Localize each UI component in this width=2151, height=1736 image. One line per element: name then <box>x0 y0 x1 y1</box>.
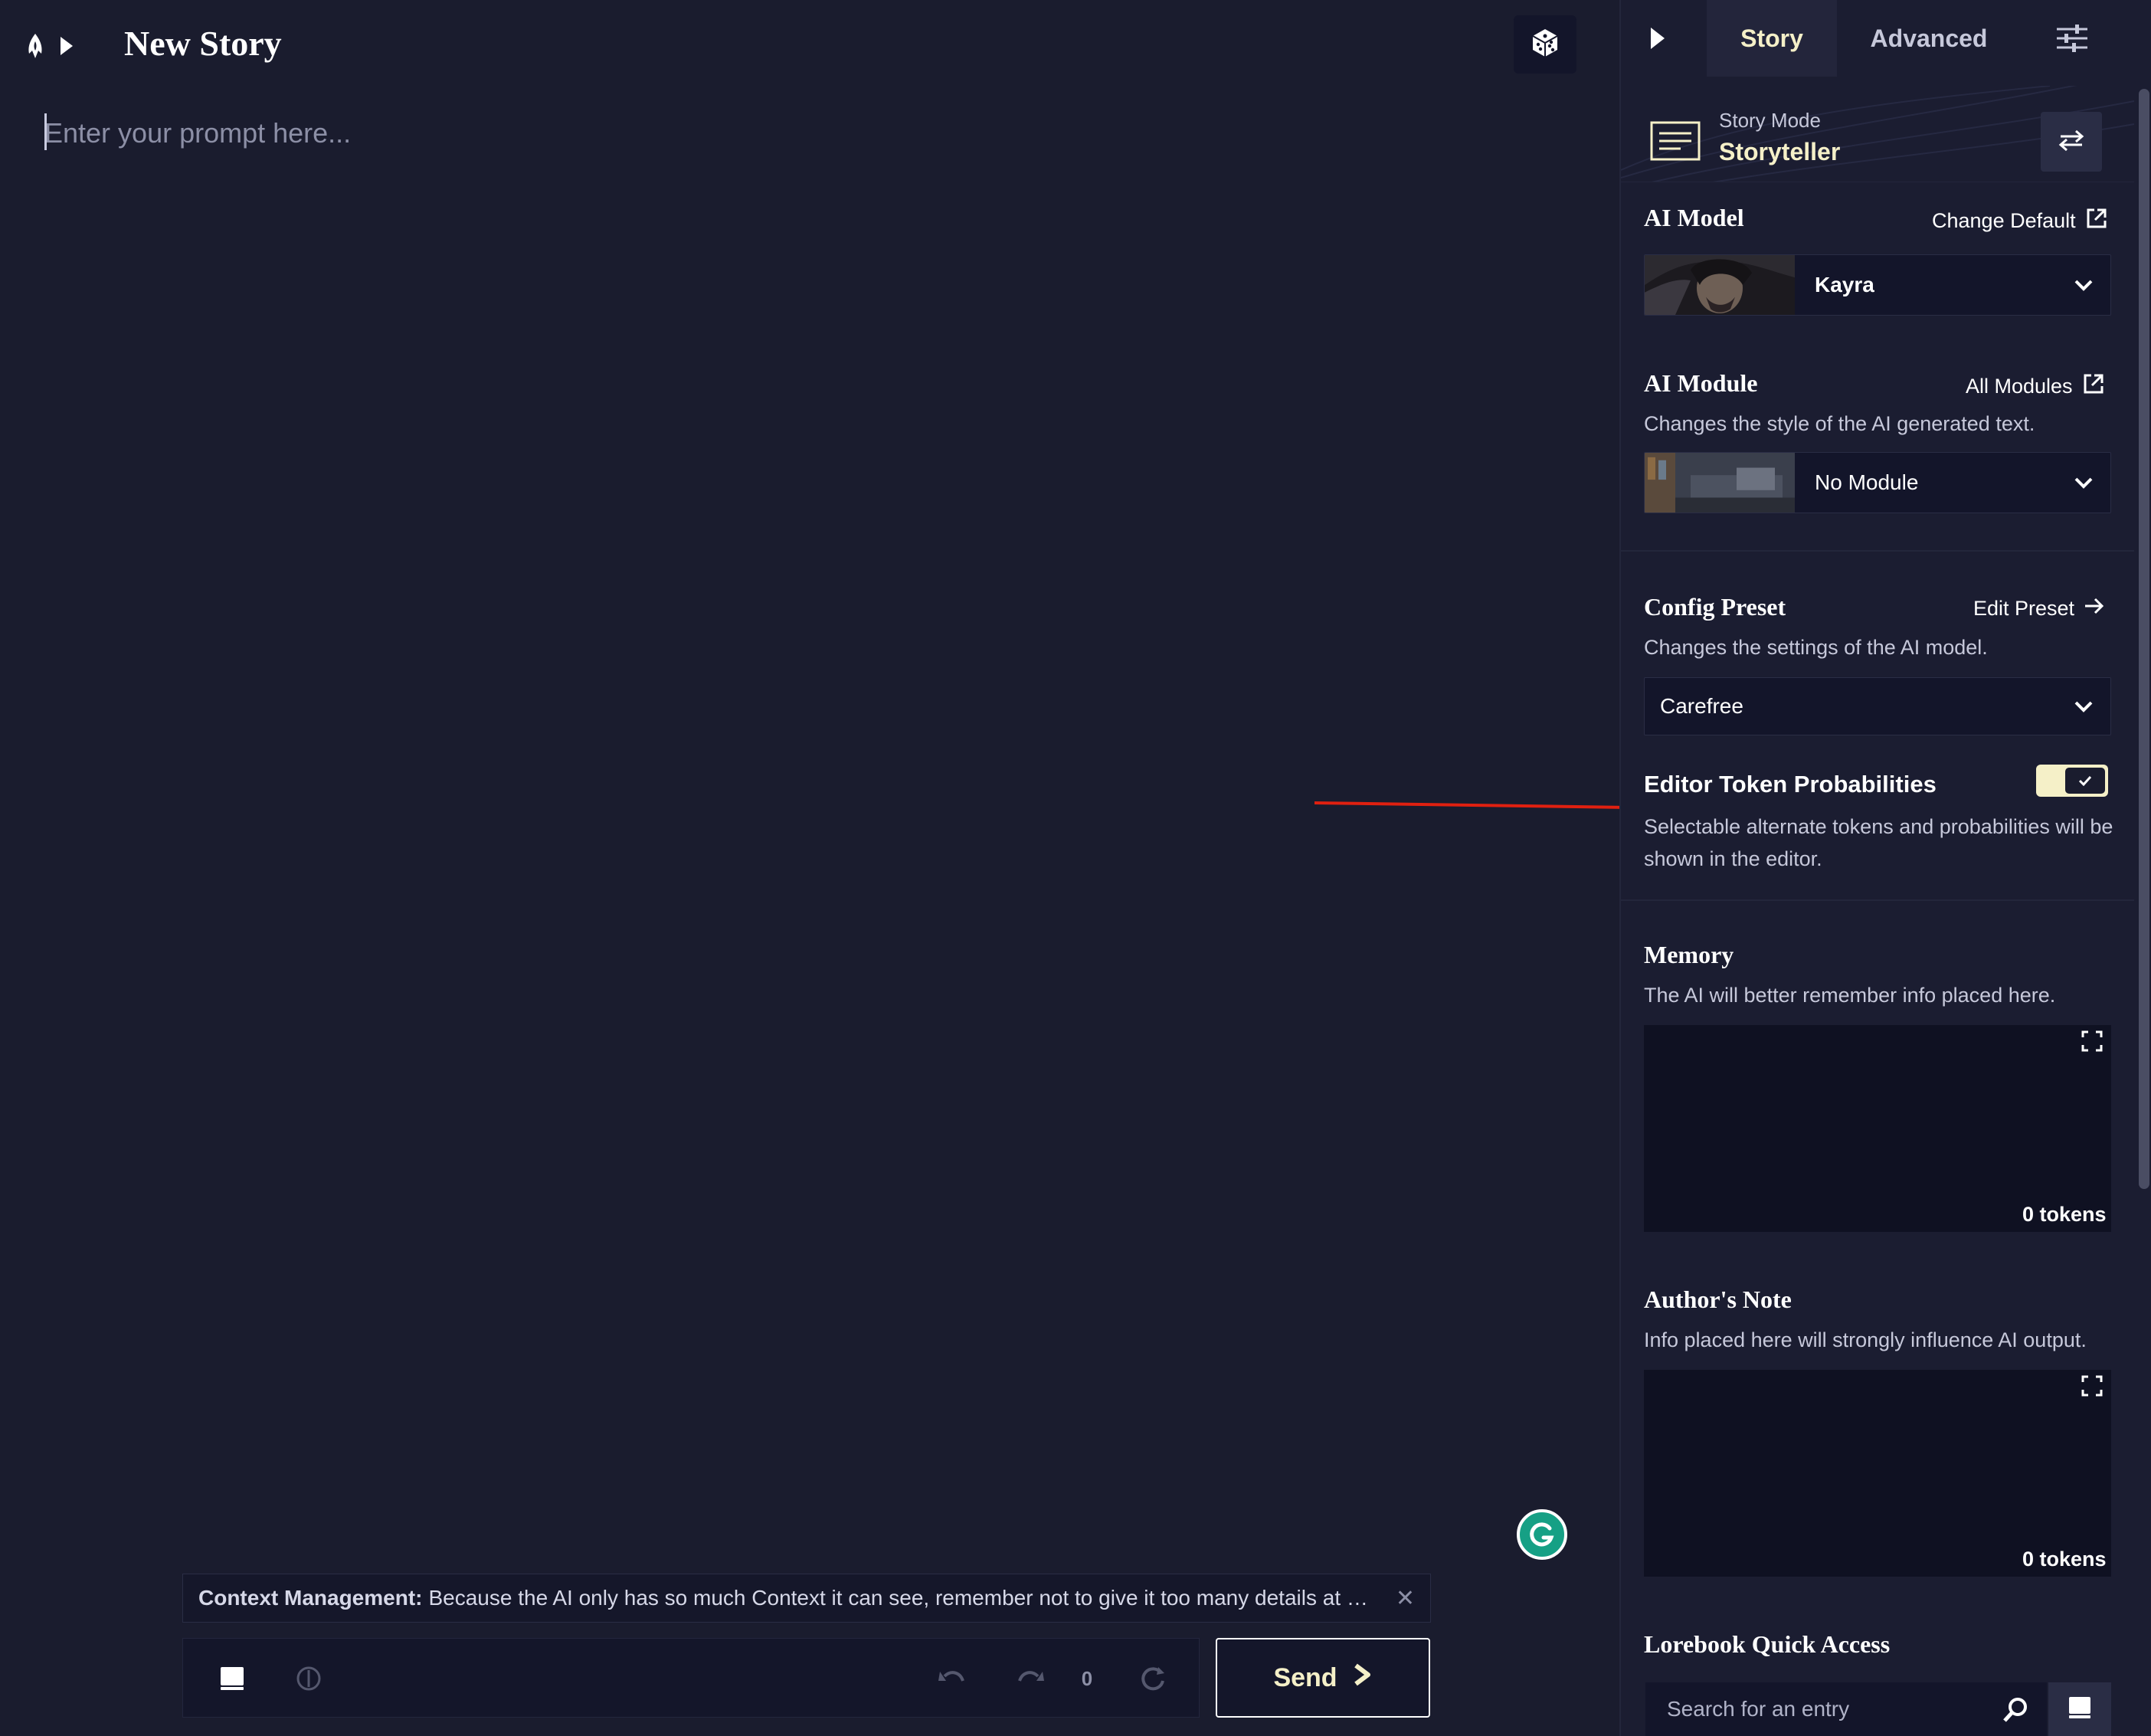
lorebook-icon <box>2068 1695 2092 1724</box>
all-modules-link[interactable]: All Modules <box>1966 372 2105 401</box>
redo-icon[interactable] <box>1013 1663 1047 1694</box>
dice-button[interactable] <box>1514 15 1576 74</box>
story-mode-value: Storyteller <box>1719 138 1841 165</box>
send-label: Send <box>1273 1662 1337 1692</box>
sliders-icon[interactable] <box>2044 15 2100 61</box>
search-icon[interactable] <box>2002 1696 2033 1727</box>
retry-count: 0 <box>1081 1666 1093 1690</box>
quill-logo-icon[interactable] <box>21 31 49 61</box>
undo-icon[interactable] <box>935 1663 969 1694</box>
document-icon <box>1650 121 1701 161</box>
token-probabilities-description-2: shown in the editor. <box>1644 847 1822 870</box>
tab-advanced[interactable]: Advanced <box>1837 0 2021 77</box>
play-icon[interactable] <box>55 32 78 60</box>
all-modules-label: All Modules <box>1966 375 2073 398</box>
change-default-label: Change Default <box>1932 209 2076 232</box>
expand-icon[interactable] <box>2081 1374 2104 1397</box>
module-thumbnail-image <box>1645 453 1795 513</box>
edit-preset-link[interactable]: Edit Preset <box>1973 596 2105 621</box>
swap-arrows-icon <box>2058 129 2085 156</box>
ai-model-title: AI Model <box>1644 204 1744 231</box>
authors-note-description: Info placed here will strongly influence… <box>1644 1328 2087 1351</box>
token-probability-icon[interactable] <box>293 1663 324 1694</box>
section-divider <box>1621 899 2134 901</box>
external-link-icon <box>2082 372 2105 401</box>
section-divider <box>1621 550 2134 552</box>
ai-model-dropdown[interactable]: Kayra <box>1644 254 2111 316</box>
send-arrow-icon <box>1351 1663 1373 1693</box>
token-probabilities-toggle[interactable] <box>2036 765 2108 797</box>
editor-controls-bar: 0 <box>182 1638 1200 1718</box>
arrow-right-icon <box>2084 596 2105 621</box>
config-preset-dropdown[interactable]: Carefree <box>1644 677 2111 735</box>
expand-icon[interactable] <box>2081 1030 2104 1053</box>
config-preset-description: Changes the settings of the AI model. <box>1644 636 1988 659</box>
memory-token-count: 0 tokens <box>2022 1203 2107 1226</box>
text-caret <box>44 113 47 150</box>
chevron-down-icon <box>2057 477 2110 489</box>
prompt-input[interactable] <box>44 110 1500 156</box>
send-button[interactable]: Send <box>1216 1638 1430 1718</box>
grammarly-icon[interactable] <box>1517 1509 1567 1560</box>
story-mode-label: Story Mode <box>1719 109 1821 132</box>
config-preset-selected: Carefree <box>1660 694 1743 718</box>
close-icon[interactable]: ✕ <box>1396 1585 1415 1612</box>
lorebook-title: Lorebook Quick Access <box>1644 1630 1891 1658</box>
editor-area <box>0 0 1619 1736</box>
authors-note-token-count: 0 tokens <box>2022 1548 2107 1571</box>
authors-note-title: Author's Note <box>1644 1286 1792 1313</box>
annotation-arrow <box>1314 798 1642 815</box>
kayra-portrait-image <box>1645 255 1795 315</box>
edit-preset-label: Edit Preset <box>1973 597 2075 620</box>
chevron-down-icon <box>2057 279 2110 291</box>
retry-icon[interactable] <box>1136 1662 1170 1695</box>
collapse-sidebar-button[interactable] <box>1636 21 1679 58</box>
tip-label: Context Management: <box>198 1586 423 1610</box>
ai-model-selected: Kayra <box>1815 273 1874 296</box>
ai-module-dropdown[interactable]: No Module <box>1644 452 2111 513</box>
play-icon <box>1648 26 1667 54</box>
lorebook-search-input[interactable] <box>1645 1682 2047 1736</box>
change-default-link[interactable]: Change Default <box>1932 207 2108 235</box>
dice-icon <box>1531 28 1560 62</box>
sidebar-scrollbar-thumb[interactable] <box>2139 89 2149 1189</box>
tab-story[interactable]: Story <box>1707 0 1837 77</box>
ai-module-selected: No Module <box>1815 470 1919 494</box>
config-preset-title: Config Preset <box>1644 593 1786 621</box>
ai-module-description: Changes the style of the AI generated te… <box>1644 412 2035 435</box>
ai-module-title: AI Module <box>1644 369 1758 397</box>
authors-note-textarea[interactable] <box>1644 1370 2111 1577</box>
context-tip-banner: Context Management: Because the AI only … <box>182 1574 1431 1623</box>
token-probabilities-title: Editor Token Probabilities <box>1644 771 1937 798</box>
tip-text: Because the AI only has so much Context … <box>428 1586 1377 1610</box>
checkmark-icon <box>2065 768 2105 794</box>
memory-textarea[interactable] <box>1644 1025 2111 1232</box>
open-lorebook-button[interactable] <box>2048 1682 2111 1736</box>
chevron-down-icon <box>2057 700 2110 712</box>
switch-mode-button[interactable] <box>2041 112 2102 172</box>
memory-description: The AI will better remember info placed … <box>1644 984 2056 1007</box>
external-link-icon <box>2085 207 2108 235</box>
token-probabilities-description-1: Selectable alternate tokens and probabil… <box>1644 815 2113 838</box>
story-title[interactable]: New Story <box>124 23 282 64</box>
lorebook-icon[interactable] <box>217 1663 247 1694</box>
memory-title: Memory <box>1644 941 1734 968</box>
